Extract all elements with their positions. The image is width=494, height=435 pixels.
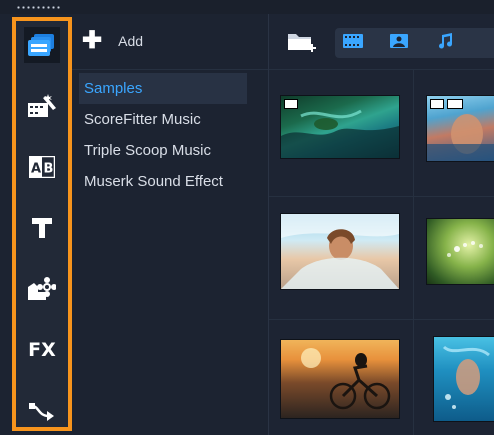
media-thumbnail-cyclist-sunset[interactable] <box>281 340 399 418</box>
folder-add-icon <box>287 34 317 60</box>
library-item-triple-scoop-music[interactable]: Triple Scoop Music <box>79 135 247 166</box>
grid-divider <box>413 69 414 435</box>
rail-graphics-button[interactable] <box>24 271 60 307</box>
rail-media-button[interactable] <box>24 27 60 63</box>
library-list: Samples ScoreFitter Music Triple Scoop M… <box>79 73 247 197</box>
rail-title-button[interactable] <box>24 210 60 246</box>
title-strip <box>0 0 494 14</box>
rail-path-button[interactable] <box>24 393 60 429</box>
transition-icon: A B <box>29 156 55 178</box>
drag-grip[interactable] <box>16 6 62 9</box>
graphics-icon <box>28 277 56 301</box>
photo-filter-icon <box>390 33 408 53</box>
video-badge-icon <box>430 99 444 109</box>
instant-project-icon <box>28 94 56 118</box>
rail-filter-button[interactable]: FX <box>24 332 60 368</box>
plus-icon: ✚ <box>82 27 103 54</box>
video-filter-icon <box>343 33 363 53</box>
tool-rail: A B FX <box>12 17 72 431</box>
transition-letter-b: B <box>44 162 54 177</box>
rail-transition-button[interactable]: A B <box>24 149 60 185</box>
clip-badge-icon <box>447 99 463 109</box>
library-toolbar: ✚ Add <box>72 14 268 70</box>
media-library-icon <box>28 33 56 57</box>
media-panel <box>269 14 494 435</box>
video-filter-button[interactable] <box>335 28 371 58</box>
media-thumbnail-surf-girl[interactable] <box>281 214 399 289</box>
media-filter-group <box>335 28 494 58</box>
library-item-scorefitter-music[interactable]: ScoreFitter Music <box>79 104 247 135</box>
media-thumbnail-dandelion[interactable] <box>427 219 494 284</box>
media-thumbnail-underwater-swimmer[interactable] <box>434 337 494 421</box>
media-toolbar <box>269 14 494 70</box>
grid-divider <box>269 319 494 320</box>
motion-path-icon <box>29 400 55 422</box>
media-thumbnail-beach-selfie[interactable] <box>427 96 494 161</box>
transition-letter-a: A <box>31 162 41 177</box>
add-folder-button[interactable] <box>287 28 317 56</box>
add-label: Add <box>118 33 144 49</box>
photo-filter-button[interactable] <box>381 28 417 58</box>
title-icon <box>30 216 54 240</box>
grid-divider <box>269 196 494 197</box>
fx-icon: FX <box>28 339 56 361</box>
library-item-samples[interactable]: Samples <box>79 73 247 104</box>
library-panel: ✚ Add Samples ScoreFitter Music Triple S… <box>72 14 269 435</box>
video-badge-icon <box>284 99 298 109</box>
add-library-button[interactable]: ✚ Add <box>82 28 143 54</box>
music-filter-button[interactable] <box>427 28 463 58</box>
app-window: A B FX ✚ Add Samples ScoreFitter Music T… <box>0 0 494 435</box>
rail-instant-project-button[interactable] <box>24 88 60 124</box>
music-filter-icon <box>437 32 453 54</box>
media-thumbnail-aerial-coast[interactable] <box>281 96 399 158</box>
library-item-muserk-sound-effect[interactable]: Muserk Sound Effect <box>79 166 247 197</box>
